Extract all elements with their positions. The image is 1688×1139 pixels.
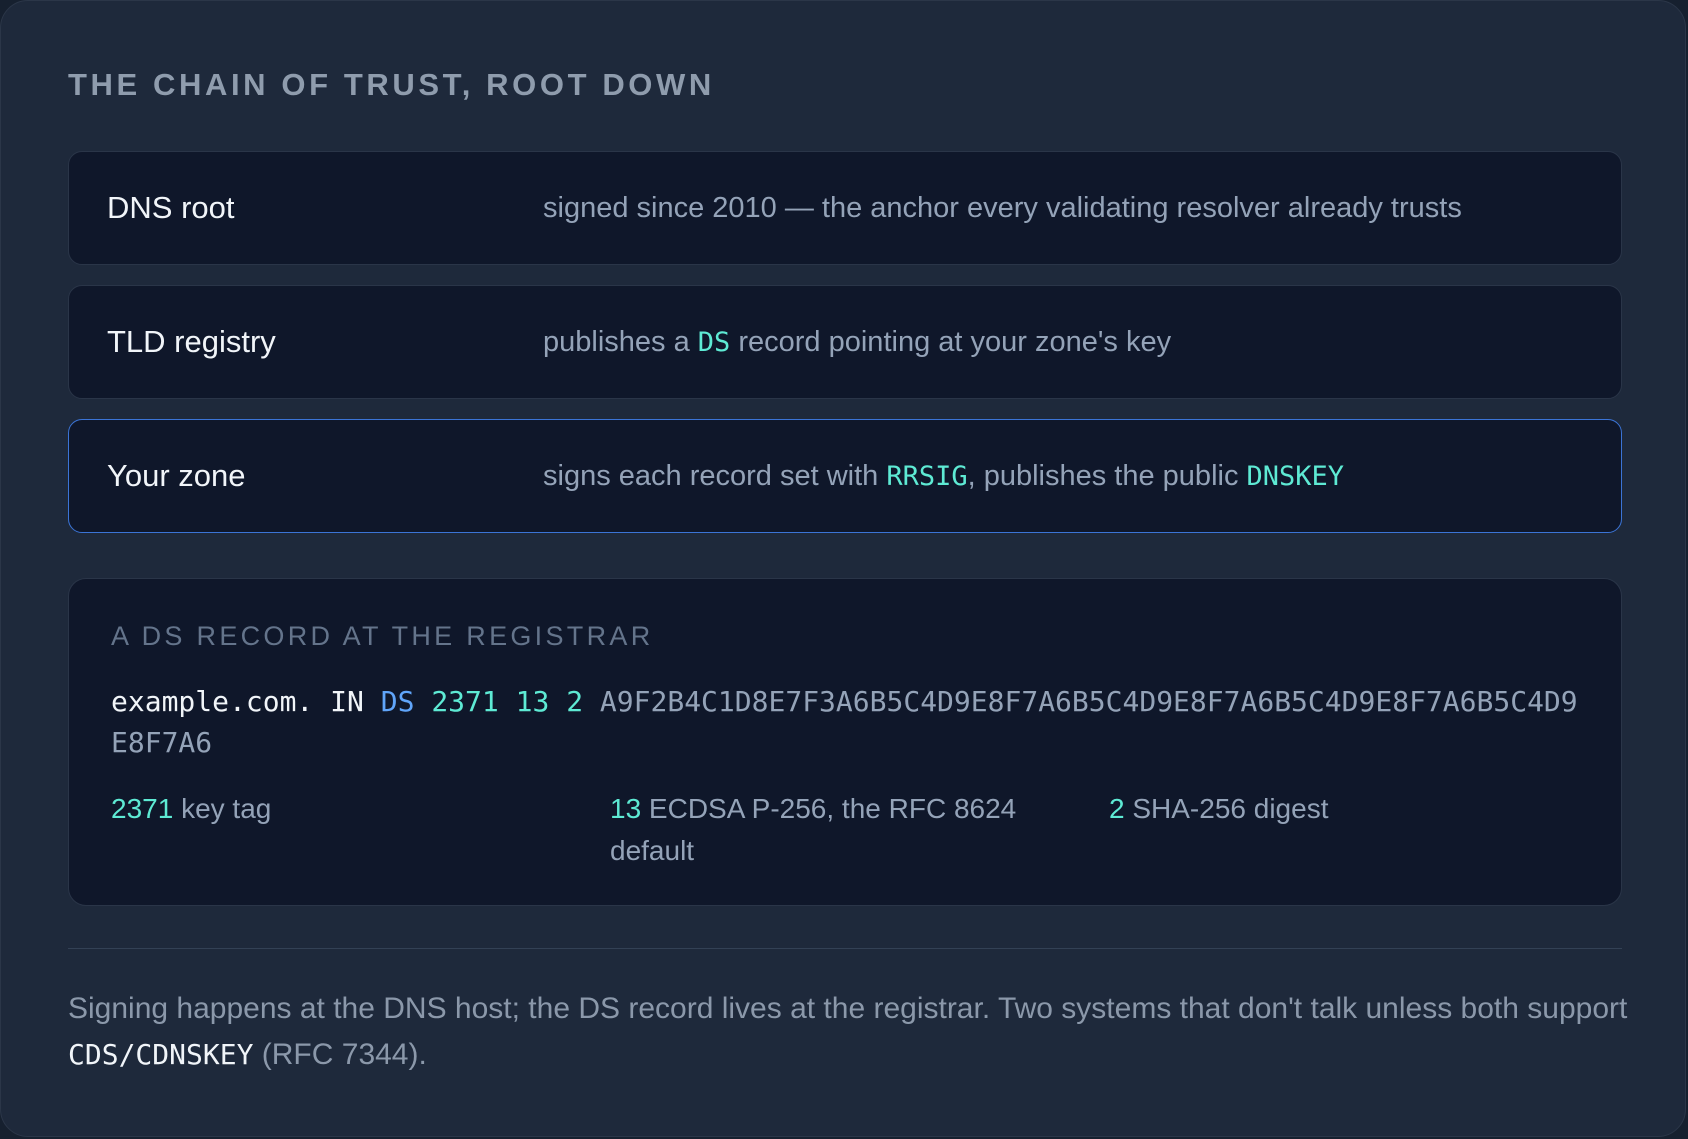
ds-code: DS (697, 327, 731, 358)
record-digest-type: 2 (566, 685, 584, 718)
legend-key-tag: 2371 key tag (111, 793, 272, 824)
rrsig-code: RRSIG (886, 461, 968, 492)
record-class: IN (330, 685, 364, 718)
chain-row-description: publishes a DS record pointing at your z… (543, 326, 1172, 358)
record-key-tag: 2371 (431, 685, 499, 718)
legend-algorithm: 13 ECDSA P-256, the RFC 8624 default (610, 793, 1017, 866)
chain-row-name: TLD registry (107, 324, 276, 359)
footnote: Signing happens at the DNS host; the DS … (68, 992, 1628, 1071)
chain-row-name: DNS root (107, 190, 235, 225)
chain-row-name: Your zone (107, 458, 246, 493)
section-heading: THE CHAIN OF TRUST, ROOT DOWN (68, 67, 715, 102)
ds-record-label: A DS RECORD AT THE REGISTRAR (111, 621, 654, 651)
chain-row-tld-registry: TLD registry publishes a DS record point… (68, 285, 1622, 399)
chain-of-trust-card: THE CHAIN OF TRUST, ROOT DOWN DNS root s… (0, 0, 1686, 1137)
ds-record-text: example.com. IN DS 2371 13 2 A9F2B4C1D8E… (111, 681, 1581, 763)
record-algorithm: 13 (515, 685, 550, 718)
chain-row-dns-root: DNS root signed since 2010 — the anchor … (68, 151, 1622, 265)
record-owner: example.com. (111, 685, 314, 718)
cds-cdnskey-code: CDS/CDNSKEY (68, 1038, 254, 1071)
chain-row-description: signs each record set with RRSIG, publis… (543, 460, 1345, 492)
dnskey-code: DNSKEY (1246, 461, 1345, 492)
chain-row-description: signed since 2010 — the anchor every val… (543, 192, 1462, 224)
divider (68, 948, 1622, 949)
legend-digest-type: 2 SHA-256 digest (1109, 793, 1329, 824)
record-type: DS (380, 685, 415, 718)
chain-row-your-zone: Your zone signs each record set with RRS… (68, 419, 1622, 533)
